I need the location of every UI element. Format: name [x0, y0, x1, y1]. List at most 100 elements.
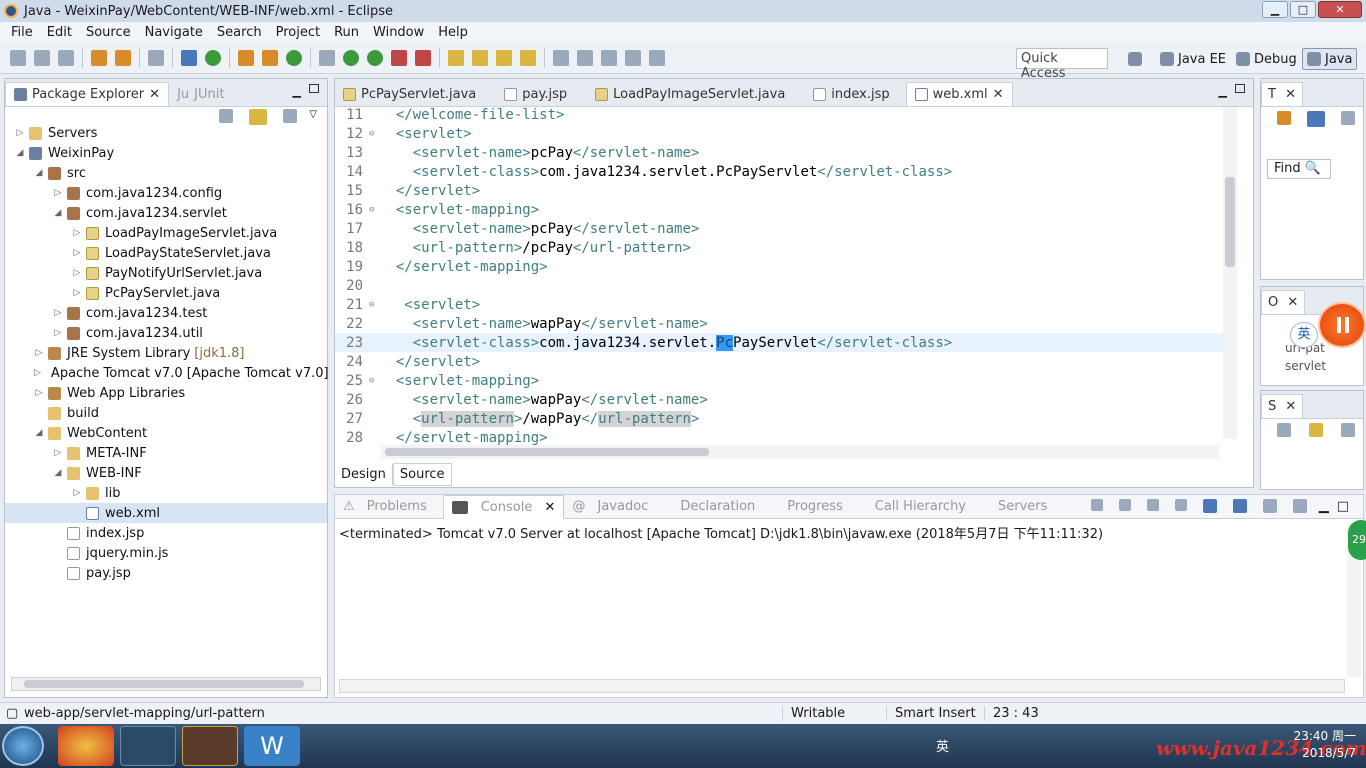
- categorize-icon[interactable]: [1341, 111, 1355, 125]
- maximize-icon[interactable]: [309, 84, 319, 93]
- tree-expander-icon[interactable]: ◢: [53, 468, 63, 478]
- tab-package-explorer[interactable]: Package Explorer ✕: [5, 82, 170, 106]
- code-line[interactable]: 21 ⊖ <servlet>: [335, 295, 1223, 314]
- task-icon[interactable]: [520, 49, 536, 66]
- code-line[interactable]: 17 <servlet-name> pcPay </servlet-name>: [335, 219, 1223, 238]
- tab-problems[interactable]: ⚠ Problems: [335, 499, 443, 514]
- code-line[interactable]: 18 <url-pattern>/pcPay </url-pattern>: [335, 238, 1223, 257]
- menu-navigate[interactable]: Navigate: [138, 25, 210, 40]
- menu-run[interactable]: Run: [327, 25, 366, 40]
- menu-search[interactable]: Search: [210, 25, 269, 40]
- close-icon[interactable]: ✕: [993, 87, 1004, 102]
- maximize-icon[interactable]: □: [1337, 499, 1349, 514]
- tree-expander-icon[interactable]: ▷: [53, 308, 63, 318]
- show-stdout-icon[interactable]: [1232, 499, 1247, 513]
- xml-source-editor[interactable]: 11 </welcome-file-list> 12 ⊖ <servlet> 13 <…: [335, 105, 1223, 447]
- tree-item[interactable]: ▷ lib: [5, 483, 327, 503]
- tree-expander-icon[interactable]: ▷: [34, 388, 44, 398]
- filter-icon[interactable]: [283, 109, 298, 123]
- menu-source[interactable]: Source: [79, 25, 138, 40]
- code-line[interactable]: 22 <servlet-name> wapPay </servlet-name>: [335, 314, 1223, 333]
- terminate-icon[interactable]: [1090, 499, 1103, 511]
- code-line[interactable]: 12 ⊖ <servlet>: [335, 124, 1223, 143]
- pin-console-icon[interactable]: [1262, 499, 1277, 513]
- tab-snippets[interactable]: S ✕: [1261, 394, 1304, 418]
- menu-help[interactable]: Help: [431, 25, 475, 40]
- new-server-icon[interactable]: [238, 49, 254, 66]
- code-line[interactable]: 19 </servlet-mapping>: [335, 257, 1223, 276]
- tree-expander-icon[interactable]: ▷: [72, 248, 82, 258]
- focus-icon[interactable]: [1307, 111, 1325, 127]
- tree-item[interactable]: ◢ WEB-INF: [5, 463, 327, 483]
- code-line[interactable]: 23 <servlet-class> com.java1234.servlet. P…: [335, 333, 1223, 352]
- previous-annotation-icon[interactable]: [577, 49, 593, 66]
- tab-web-xml[interactable]: web.xml ✕: [905, 82, 1013, 106]
- find-input[interactable]: Find 🔍: [1267, 159, 1331, 179]
- back-icon[interactable]: [625, 49, 641, 66]
- scroll-lock-icon[interactable]: [1202, 499, 1217, 513]
- open-console-icon[interactable]: [1292, 499, 1307, 513]
- tab-progress[interactable]: Progress: [771, 499, 858, 514]
- last-edit-location-icon[interactable]: [601, 49, 617, 66]
- save-icon[interactable]: [34, 49, 50, 66]
- external-tools-icon[interactable]: [415, 49, 431, 66]
- maximize-button[interactable]: □: [1290, 1, 1316, 18]
- tree-item[interactable]: ▷ Web App Libraries: [5, 383, 327, 403]
- tab-pay-jsp[interactable]: pay.jsp: [496, 82, 575, 106]
- console-horizontal-scrollbar[interactable]: [339, 679, 1345, 693]
- editor-horizontal-scrollbar[interactable]: [381, 445, 1219, 459]
- stop-icon[interactable]: [391, 49, 407, 66]
- code-line[interactable]: 26 <servlet-name> wapPay </servlet-name>: [335, 390, 1223, 409]
- source-tab[interactable]: Source: [392, 462, 452, 486]
- menu-project[interactable]: Project: [269, 25, 327, 40]
- tree-item[interactable]: ▷ com.java1234.util: [5, 323, 327, 343]
- perspective-java[interactable]: Java: [1302, 48, 1358, 70]
- tree-expander-icon[interactable]: ▷: [72, 268, 82, 278]
- save-all-icon[interactable]: [58, 49, 74, 66]
- tree-expander-icon[interactable]: ◢: [34, 168, 44, 178]
- remove-all-icon[interactable]: [1146, 499, 1159, 511]
- code-line[interactable]: 27 < url-pattern >/wapPay </url-pattern >: [335, 409, 1223, 428]
- open-perspective-button[interactable]: [1128, 48, 1142, 70]
- clear-console-icon[interactable]: [1174, 499, 1187, 511]
- tree-item[interactable]: build: [5, 403, 327, 423]
- tree-item[interactable]: ▷ LoadPayStateServlet.java: [5, 243, 327, 263]
- tree-item[interactable]: ▷ com.java1234.test: [5, 303, 327, 323]
- tree-expander-icon[interactable]: ▷: [72, 488, 82, 498]
- menu-edit[interactable]: Edit: [40, 25, 79, 40]
- maximize-icon[interactable]: [1235, 84, 1245, 93]
- run-icon[interactable]: [343, 49, 359, 66]
- perspective-java-ee[interactable]: Java EE: [1160, 48, 1226, 70]
- tree-item[interactable]: ▷ LoadPayImageServlet.java: [5, 223, 327, 243]
- taskbar-eclipse[interactable]: [182, 726, 238, 766]
- ime-indicator[interactable]: 英: [1290, 322, 1318, 348]
- tree-item[interactable]: ◢ src: [5, 163, 327, 183]
- tree-item[interactable]: ▷ Servers: [5, 123, 327, 143]
- next-annotation-icon[interactable]: [553, 49, 569, 66]
- tree-expander-icon[interactable]: ▷: [34, 348, 44, 358]
- tab-console[interactable]: Console ✕: [442, 494, 565, 519]
- settings-icon[interactable]: [1341, 423, 1355, 437]
- tree-item[interactable]: ▷ JRE System Library [jdk1.8]: [5, 343, 327, 363]
- ime-tray[interactable]: 英: [936, 736, 949, 755]
- tree-item[interactable]: ▷ PayNotifyUrlServlet.java: [5, 263, 327, 283]
- open-type-icon[interactable]: [91, 49, 107, 66]
- tab-outline[interactable]: O ✕: [1261, 290, 1306, 314]
- tree-expander-icon[interactable]: ▷: [53, 328, 63, 338]
- code-line[interactable]: 20: [335, 276, 1223, 295]
- tree-item[interactable]: ▷ PcPayServlet.java: [5, 283, 327, 303]
- fold-toggle-icon[interactable]: ⊖: [369, 300, 379, 310]
- tab-junit[interactable]: Ju JUnit: [169, 82, 232, 106]
- fold-toggle-icon[interactable]: ⊖: [369, 376, 379, 386]
- taskbar-app-2[interactable]: [120, 726, 176, 766]
- collapse-icon[interactable]: [1277, 423, 1291, 437]
- minimize-icon[interactable]: ▁: [293, 85, 301, 98]
- tree-item[interactable]: ▷ META-INF: [5, 443, 327, 463]
- recording-pause-button[interactable]: [1318, 302, 1366, 348]
- menu-file[interactable]: File: [4, 25, 40, 40]
- minimize-button[interactable]: ▁: [1262, 1, 1288, 18]
- collapse-all-icon[interactable]: [219, 109, 234, 123]
- code-line[interactable]: 15 </servlet>: [335, 181, 1223, 200]
- tree-expander-icon[interactable]: ◢: [53, 208, 63, 218]
- remove-launch-icon[interactable]: [1118, 499, 1131, 511]
